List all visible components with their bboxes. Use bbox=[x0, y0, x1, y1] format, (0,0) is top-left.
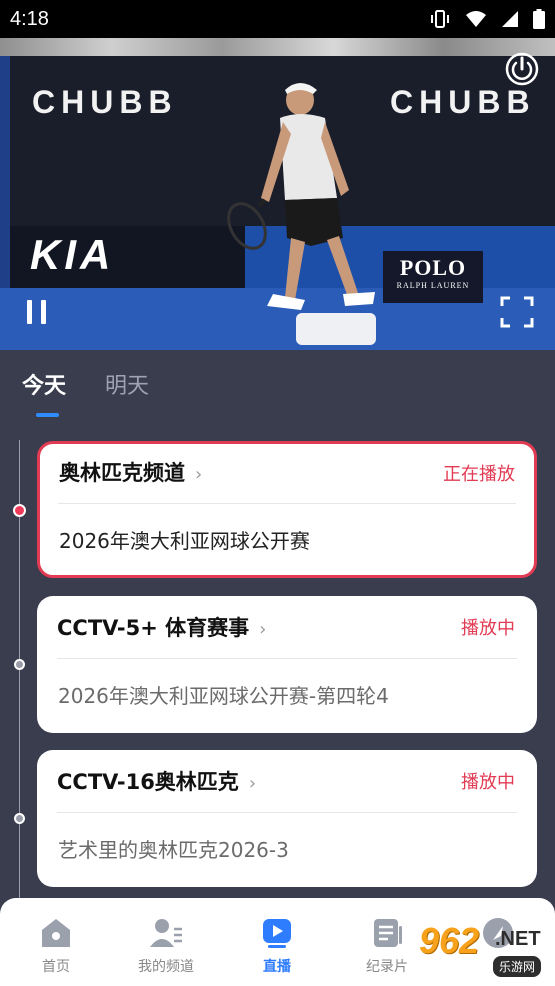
sponsor-kia: KIA bbox=[30, 231, 115, 278]
card-status: 正在播放 bbox=[443, 464, 515, 485]
sponsor-text-right: CHUBB bbox=[390, 84, 536, 120]
nav-label: 我的频道 bbox=[138, 959, 194, 975]
schedule-card[interactable]: CCTV-16奥林匹克 › 播放中 艺术里的奥林匹克2026-3 bbox=[37, 750, 537, 887]
day-tabs: 今天 明天 bbox=[0, 350, 555, 420]
card-program: 艺术里的奥林匹克2026-3 bbox=[58, 838, 289, 862]
status-bar: 4:18 bbox=[0, 0, 555, 38]
live-play-icon bbox=[263, 919, 291, 948]
card-channel-title[interactable]: CCTV-5+ 体育赛事 › bbox=[57, 612, 266, 642]
status-icons bbox=[429, 9, 545, 29]
chevron-right-icon: › bbox=[248, 773, 257, 794]
card-divider bbox=[58, 503, 516, 504]
card-channel-name: CCTV-5+ 体育赛事 bbox=[57, 616, 250, 640]
signal-icon bbox=[502, 11, 518, 27]
tab-indicator bbox=[36, 413, 59, 417]
card-channel-name: CCTV-16奥林匹克 bbox=[57, 770, 239, 794]
card-program: 2026年澳大利亚网球公开赛 bbox=[59, 529, 310, 553]
video-player[interactable]: CHUBB CHUBB KIA POLO RALPH LAUREN bbox=[0, 38, 555, 350]
card-status: 播放中 bbox=[461, 618, 515, 639]
chevron-right-icon: › bbox=[195, 464, 203, 485]
watermark-number: 962 bbox=[419, 920, 480, 961]
card-channel-title[interactable]: 奥林匹克频道 › bbox=[59, 457, 202, 487]
nav-label: 首页 bbox=[42, 959, 70, 975]
pause-icon[interactable] bbox=[24, 298, 50, 326]
home-icon bbox=[42, 919, 70, 947]
nav-my-channels[interactable]: 我的频道 bbox=[126, 916, 206, 976]
card-channel-name: 奥林匹克频道 bbox=[59, 461, 185, 485]
timeline-dot bbox=[14, 659, 25, 670]
documentary-icon bbox=[374, 919, 402, 947]
video-stands bbox=[0, 38, 555, 56]
nav-live[interactable]: 直播 bbox=[237, 916, 317, 976]
battery-icon bbox=[533, 9, 545, 29]
tab-today[interactable]: 今天 bbox=[22, 368, 66, 400]
card-program: 2026年澳大利亚网球公开赛-第四轮4 bbox=[58, 684, 389, 708]
my-channels-icon bbox=[150, 919, 182, 947]
tab-tomorrow[interactable]: 明天 bbox=[105, 368, 149, 400]
site-watermark: 962 .NET 乐游网 bbox=[413, 916, 555, 982]
sponsor-text-left: CHUBB bbox=[32, 84, 178, 120]
power-icon[interactable] bbox=[505, 52, 539, 86]
schedule-card[interactable]: CCTV-5+ 体育赛事 › 播放中 2026年澳大利亚网球公开赛-第四轮4 bbox=[37, 596, 537, 733]
nav-label: 直播 bbox=[263, 959, 291, 975]
vibrate-icon bbox=[431, 10, 449, 28]
wifi-icon bbox=[466, 11, 486, 27]
tennis-player-figure bbox=[227, 83, 375, 310]
chevron-right-icon: › bbox=[259, 619, 267, 640]
timeline-dot-active bbox=[13, 504, 26, 517]
fullscreen-icon[interactable] bbox=[500, 296, 534, 328]
timeline-dot bbox=[14, 813, 25, 824]
watermark-tag: 乐游网 bbox=[493, 956, 542, 977]
card-status: 播放中 bbox=[461, 772, 515, 793]
status-time: 4:18 bbox=[10, 7, 49, 30]
nav-home[interactable]: 首页 bbox=[16, 916, 96, 976]
watermark-suffix: .NET bbox=[495, 928, 541, 950]
card-divider bbox=[57, 812, 517, 813]
card-divider bbox=[57, 658, 517, 659]
schedule-card[interactable]: 奥林匹克频道 › 正在播放 2026年澳大利亚网球公开赛 bbox=[37, 441, 537, 578]
card-channel-title[interactable]: CCTV-16奥林匹克 › bbox=[57, 766, 256, 796]
